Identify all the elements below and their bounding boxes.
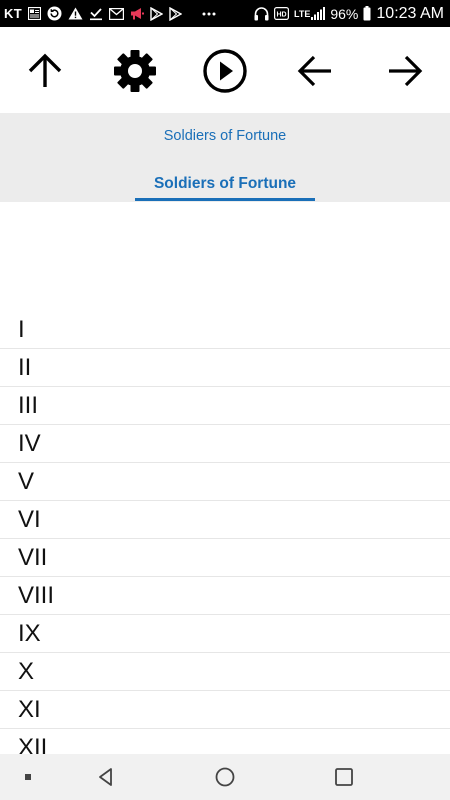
book-header: Soldiers of Fortune Soldiers of Fortune: [0, 113, 450, 202]
chapter-list-item[interactable]: IV: [0, 425, 450, 463]
toolbar: [0, 27, 450, 113]
chapter-label: XI: [18, 695, 41, 723]
settings-button[interactable]: [110, 46, 160, 96]
chapter-list-item[interactable]: XI: [0, 691, 450, 729]
status-right: HD LTE 96% 10:23 AM: [254, 5, 444, 23]
chapter-list-item[interactable]: VI: [0, 501, 450, 539]
check-download-icon: [89, 7, 103, 21]
chapter-label: II: [18, 353, 32, 381]
chapter-list-item[interactable]: XII: [0, 729, 450, 754]
chapter-list-item[interactable]: I: [0, 311, 450, 349]
play-circle-icon: [202, 48, 248, 94]
play-store-icon: [169, 6, 182, 21]
previous-button[interactable]: [290, 46, 340, 96]
chapter-label: I: [18, 315, 25, 343]
chapter-label: X: [18, 657, 35, 685]
tab-indicator: [135, 198, 315, 201]
chapter-label: VII: [18, 543, 48, 571]
chapter-list-item[interactable]: VIII: [0, 577, 450, 615]
up-button[interactable]: [20, 46, 70, 96]
gmail-icon: [108, 7, 124, 20]
system-nav-bar: [0, 754, 450, 800]
megaphone-icon: [130, 7, 144, 20]
status-left: KT: [4, 6, 216, 21]
recents-button[interactable]: [326, 761, 362, 793]
home-circle-icon: [215, 767, 235, 787]
menu-button[interactable]: [10, 761, 46, 793]
recents-square-icon: [334, 767, 354, 787]
refresh-icon: [47, 6, 62, 21]
tab-book[interactable]: Soldiers of Fortune: [135, 165, 315, 201]
book-title: Soldiers of Fortune: [163, 128, 287, 144]
chapter-list-item[interactable]: II: [0, 349, 450, 387]
news-icon: [27, 7, 41, 20]
more-dots-icon: [202, 12, 216, 16]
chapter-list-item[interactable]: X: [0, 653, 450, 691]
carrier-label: KT: [4, 6, 22, 21]
play-button[interactable]: [200, 46, 250, 96]
forward-arrow-icon: [385, 51, 425, 91]
up-arrow-icon: [25, 51, 65, 91]
warning-icon: [68, 7, 83, 20]
status-bar: KT HD LTE 96% 10:23 AM: [0, 0, 450, 27]
back-arrow-icon: [295, 51, 335, 91]
chapter-list-container[interactable]: I II III IV V VI VII VIII IX X XI XII: [0, 202, 450, 754]
menu-dot-icon: [24, 773, 32, 781]
chapter-list-item[interactable]: III: [0, 387, 450, 425]
tab-label: Soldiers of Fortune: [153, 175, 297, 192]
chapter-list: I II III IV V VI VII VIII IX X XI XII: [0, 311, 450, 754]
chapter-label: IV: [18, 429, 41, 457]
back-triangle-icon: [96, 767, 116, 787]
chapter-label: IX: [18, 619, 41, 647]
chapter-label: VIII: [18, 581, 55, 609]
chapter-label: III: [18, 391, 39, 419]
headphones-icon: [254, 6, 269, 21]
chapter-label: XII: [18, 733, 48, 754]
chapter-list-item[interactable]: V: [0, 463, 450, 501]
chapter-list-item[interactable]: VII: [0, 539, 450, 577]
battery-percentage: 96%: [330, 5, 359, 22]
gear-icon: [112, 48, 158, 94]
back-button[interactable]: [88, 761, 124, 793]
home-button[interactable]: [207, 761, 243, 793]
scrollbar[interactable]: [445, 202, 449, 754]
chapter-list-item[interactable]: IX: [0, 615, 450, 653]
play-store-icon: [150, 6, 163, 21]
clock: 10:23 AM: [376, 4, 444, 22]
next-button[interactable]: [380, 46, 430, 96]
chapter-label: VI: [18, 505, 41, 533]
hd-icon: HD: [274, 7, 290, 20]
battery-icon: [363, 6, 371, 21]
chapter-label: V: [18, 467, 35, 495]
signal-icon: [311, 7, 326, 20]
svg-text:HD: HD: [276, 11, 286, 18]
network-type-label: LTE: [294, 8, 311, 19]
